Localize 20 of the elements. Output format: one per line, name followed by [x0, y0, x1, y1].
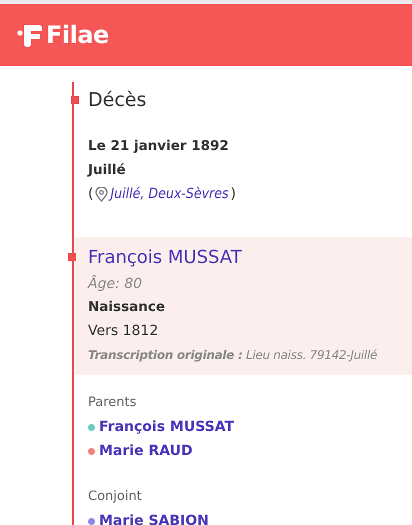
event-place: Juillé	[88, 161, 127, 180]
relative-link[interactable]: Marie SABION	[99, 509, 209, 525]
parenthesis: (	[88, 185, 94, 204]
parenthesis: )	[230, 185, 236, 204]
person-age: Âge: 80	[88, 274, 144, 294]
event-title: Décès	[88, 88, 148, 113]
birth-date: Vers 1812	[88, 322, 160, 341]
person-name[interactable]: François MUSSAT	[88, 243, 412, 273]
location-pin-icon	[95, 186, 108, 202]
relation-label: Conjoint	[88, 488, 143, 506]
transcription-text: Transcription originale : Lieu naiss. 79142-Juillé	[88, 347, 378, 364]
timeline-marker	[68, 253, 76, 261]
event-date: Le 21 janvier 1892	[88, 137, 230, 156]
birth-label: Naissance	[88, 298, 166, 317]
relation-label: Parents	[88, 394, 138, 412]
location-link[interactable]: Juillé, Deux-Sèvres	[110, 182, 229, 206]
timeline-marker	[71, 96, 79, 104]
relative-link[interactable]: François MUSSAT	[99, 415, 234, 439]
logo-icon[interactable]	[17, 23, 43, 47]
relative-link[interactable]: Marie RAUD	[99, 439, 193, 463]
